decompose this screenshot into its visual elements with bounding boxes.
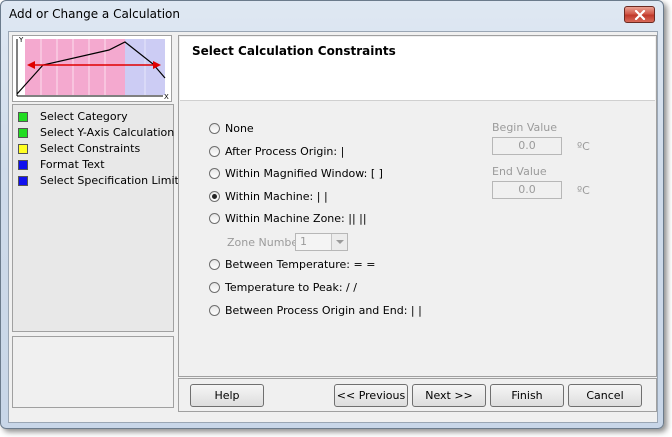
profile-chart-icon [16, 39, 166, 97]
zone-number-label: Zone Number [227, 236, 303, 249]
wizard-steps: Select Category Select Y-Axis Calculatio… [12, 104, 185, 332]
step-select-y-axis: Select Y-Axis Calculation [17, 126, 174, 142]
cancel-button[interactable]: Cancel [568, 384, 642, 407]
step-status-icon [18, 144, 28, 154]
radio-button-selected[interactable] [209, 191, 220, 202]
end-unit-label: ºC [577, 184, 590, 197]
step-format-text: Format Text [17, 158, 171, 174]
next-button[interactable]: Next >> [412, 384, 486, 407]
radio-button[interactable] [209, 282, 220, 293]
end-value-label: End Value [492, 165, 547, 178]
button-bar: Help << Previous Next >> Finish Cancel [178, 378, 657, 412]
close-button[interactable] [624, 6, 655, 23]
step-status-icon [18, 176, 28, 186]
zone-number-select[interactable]: 1 [295, 233, 348, 251]
radio-button[interactable] [209, 123, 220, 134]
finish-button[interactable]: Finish [490, 384, 564, 407]
step-specification-limits: Select Specification Limits [17, 174, 185, 190]
chevron-down-icon[interactable] [331, 234, 347, 250]
begin-unit-label: ºC [577, 140, 590, 153]
step-header: Select Calculation Constraints [180, 37, 655, 101]
dialog-window: Add or Change a Calculation Y X Select C… [0, 0, 664, 429]
radio-button[interactable] [209, 259, 220, 270]
radio-button[interactable] [209, 305, 220, 316]
radio-button[interactable] [209, 213, 220, 224]
info-panel [12, 336, 174, 408]
step-select-constraints: Select Constraints [17, 142, 171, 158]
end-value-field[interactable]: 0.0 [492, 181, 562, 199]
begin-value-field[interactable]: 0.0 [492, 137, 562, 155]
step-status-icon [18, 128, 28, 138]
help-button[interactable]: Help [190, 384, 264, 407]
window-title: Add or Change a Calculation [9, 7, 181, 21]
step-status-icon [18, 160, 28, 170]
radio-button[interactable] [209, 146, 220, 157]
title-bar[interactable]: Add or Change a Calculation [1, 1, 663, 29]
dialog-client: Y X Select Category Select Y-Axis Calcul… [8, 31, 658, 423]
profile-thumbnail: Y X [12, 35, 172, 102]
previous-button[interactable]: << Previous [334, 384, 408, 407]
page-title: Select Calculation Constraints [192, 44, 396, 58]
step-select-category: Select Category [17, 110, 171, 126]
y-axis-label: Y [19, 36, 24, 44]
content-panel: Select Calculation Constraints None Afte… [178, 35, 657, 377]
step-status-icon [18, 112, 28, 122]
x-axis-label: X [164, 93, 169, 101]
close-icon [634, 10, 646, 20]
radio-button[interactable] [209, 168, 220, 179]
begin-value-label: Begin Value [492, 121, 558, 134]
